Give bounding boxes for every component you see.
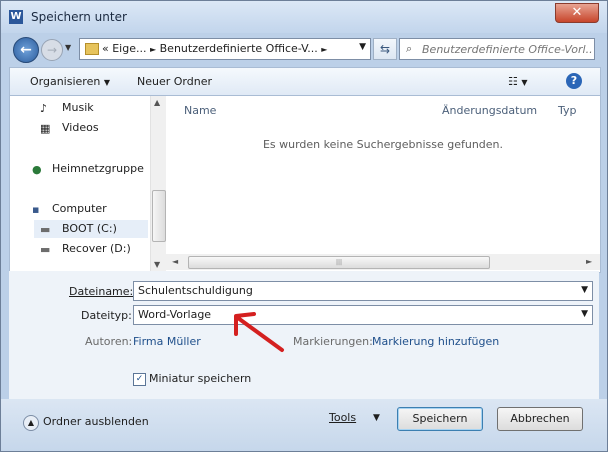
annotation-arrow xyxy=(234,312,284,352)
annotation-arrow-shaft xyxy=(236,316,284,352)
